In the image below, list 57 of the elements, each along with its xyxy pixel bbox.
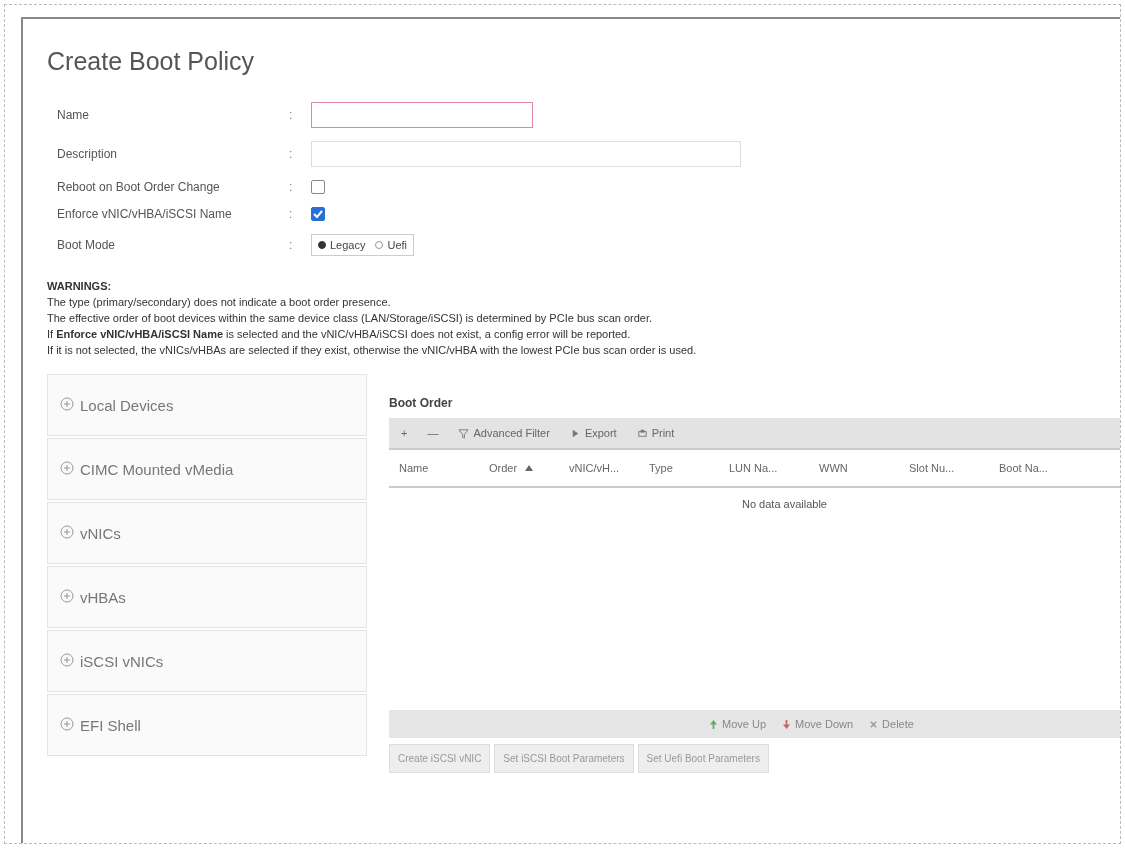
warning-text: If it is not selected, the vNICs/vHBAs are selected if they exist, otherwise the vNIC/vHBA with the lowest PCIe bus scan order is used. — [47, 343, 698, 358]
device-section[interactable]: EFI Shell — [47, 694, 367, 756]
label-separator: : — [289, 108, 294, 122]
radio-option[interactable]: Legacy — [318, 239, 366, 251]
toolbar-button[interactable]: + — [401, 427, 408, 439]
device-section[interactable]: iSCSI vNICs — [47, 630, 367, 692]
plus-circle-icon — [60, 460, 74, 478]
action-button[interactable]: Move Down — [782, 718, 854, 730]
plus-circle-icon — [60, 524, 74, 542]
checkbox[interactable] — [311, 207, 325, 221]
label-separator: : — [289, 147, 294, 161]
column-header[interactable]: LUN Na... — [729, 462, 778, 474]
field-label: Name — [57, 108, 90, 122]
dialog-title: Create Boot Policy — [47, 47, 256, 76]
filter-icon — [458, 427, 470, 439]
name-field[interactable] — [311, 102, 533, 128]
toolbar-button[interactable]: Export — [569, 427, 617, 439]
close-icon — [869, 719, 879, 729]
warning-text: The effective order of boot devices within the same device class (LAN/Storage/iSCSI) is determined by PCIe bus scan order. — [47, 311, 654, 326]
toolbar-button[interactable]: Advanced Filter — [458, 427, 550, 439]
plus-circle-icon — [60, 716, 74, 734]
field-label: Enforce vNIC/vHBA/iSCSI Name — [57, 207, 233, 221]
plus-circle-icon — [60, 588, 74, 606]
label-separator: : — [289, 180, 294, 194]
checkbox[interactable] — [311, 180, 325, 194]
column-header[interactable]: Slot Nu... — [909, 462, 955, 474]
arrow-up-icon — [709, 718, 718, 730]
empty-message: No data available — [741, 498, 828, 510]
section-title: Boot Order — [389, 396, 454, 410]
toolbar-button[interactable]: Print — [636, 427, 675, 439]
warnings-title: WARNINGS: — [47, 279, 113, 294]
action-button[interactable]: Move Up — [709, 718, 767, 730]
action-button[interactable]: Delete — [869, 718, 914, 730]
device-section[interactable]: Local Devices — [47, 374, 367, 436]
toolbar-button[interactable]: — — [427, 427, 439, 439]
device-section[interactable]: CIMC Mounted vMedia — [47, 438, 367, 500]
column-header[interactable]: Boot Na... — [999, 462, 1048, 474]
plus-circle-icon — [60, 652, 74, 670]
description-field[interactable] — [311, 141, 741, 167]
label-separator: : — [289, 207, 294, 221]
device-section[interactable]: vNICs — [47, 502, 367, 564]
radio-option[interactable]: Uefi — [375, 239, 408, 251]
column-header[interactable]: Name — [399, 462, 429, 474]
printer-icon — [636, 427, 648, 439]
column-header[interactable]: Order — [489, 462, 518, 474]
arrow-down-icon — [782, 718, 792, 730]
field-label: Reboot on Boot Order Change — [57, 180, 221, 194]
label-separator: : — [289, 238, 294, 252]
warning-text: If Enforce vNIC/vHBA/iSCSI Name is selected and the vNIC/vHBA/iSCSI does not exist, a config error will be reported. — [47, 327, 632, 342]
field-label: Boot Mode — [57, 238, 117, 252]
device-section[interactable]: vHBAs — [47, 566, 367, 628]
plus-circle-icon — [60, 396, 74, 414]
field-label: Description — [57, 147, 119, 161]
warning-text: The type (primary/secondary) does not indicate a boot order presence. — [47, 295, 392, 310]
column-header[interactable]: Type — [649, 462, 673, 474]
column-header[interactable]: vNIC/vH... — [569, 462, 620, 474]
column-header[interactable]: WWN — [819, 462, 848, 474]
